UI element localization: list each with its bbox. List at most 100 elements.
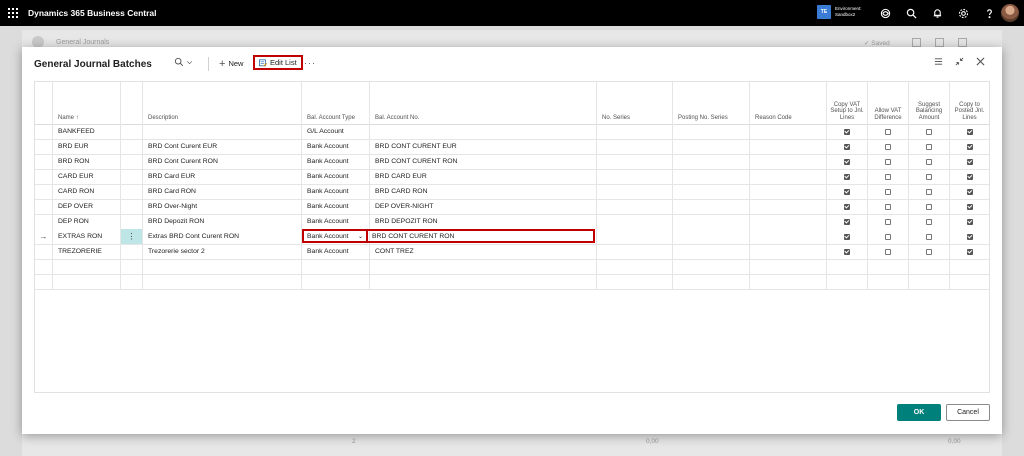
column-header-copy-posted[interactable]: Copy to Posted Jnl. Lines <box>950 82 989 124</box>
copy-vat-checkbox[interactable] <box>844 158 850 165</box>
cell-bal-account-type[interactable] <box>302 259 370 274</box>
cell-arrow[interactable] <box>35 244 53 259</box>
column-header-posting-no-series[interactable]: Posting No. Series <box>673 82 750 124</box>
cell-copy-vat[interactable] <box>827 199 868 214</box>
cell-bal-account-no[interactable]: BRD CONT CURENT EUR <box>370 139 597 154</box>
table-row[interactable]: BRD EUR BRD Cont Curent EUR Bank Account BR… <box>35 139 989 155</box>
column-header-description[interactable]: Description <box>143 82 302 124</box>
table-row[interactable]: → EXTRAS RON ⋮ Extras BRD Cont Curent RON Ba… <box>35 229 989 245</box>
cell-allow-vat[interactable] <box>868 154 909 169</box>
cell-copy-vat[interactable] <box>827 214 868 229</box>
copy-vat-checkbox[interactable] <box>844 188 850 195</box>
cell-allow-vat[interactable] <box>868 169 909 184</box>
cell-posting-no-series[interactable] <box>673 154 750 169</box>
cell-description[interactable]: BRD Depozit RON <box>143 214 302 229</box>
cell-posting-no-series[interactable] <box>673 184 750 199</box>
cell-bal-account-no[interactable] <box>370 124 597 139</box>
cell-copy-vat[interactable] <box>827 244 868 259</box>
cell-name[interactable]: DEP OVER <box>53 199 121 214</box>
cell-posting-no-series[interactable] <box>673 199 750 214</box>
allow-vat-checkbox[interactable] <box>885 203 891 210</box>
cell-description[interactable]: BRD Card RON <box>143 184 302 199</box>
cell-suggest-bal[interactable] <box>909 139 950 154</box>
allow-vat-checkbox[interactable] <box>885 128 891 135</box>
cell-reason-code[interactable] <box>750 229 827 244</box>
app-title[interactable]: Dynamics 365 Business Central <box>28 8 157 18</box>
cell-arrow[interactable] <box>35 124 53 139</box>
cell-suggest-bal[interactable] <box>909 214 950 229</box>
cell-arrow[interactable] <box>35 139 53 154</box>
cell-name[interactable]: CARD EUR <box>53 169 121 184</box>
cell-allow-vat[interactable] <box>868 274 909 289</box>
cell-arrow[interactable] <box>35 169 53 184</box>
copy-vat-checkbox[interactable] <box>844 128 850 135</box>
edit-list-button[interactable]: Edit List <box>253 55 303 70</box>
cell-bal-account-type[interactable]: Bank Account <box>302 169 370 184</box>
cell-bal-account-type[interactable]: G/L Account <box>302 124 370 139</box>
cell-posting-no-series[interactable] <box>673 259 750 274</box>
app-launcher-icon[interactable] <box>0 0 26 26</box>
cell-copy-vat[interactable] <box>827 274 868 289</box>
copy-posted-checkbox[interactable] <box>966 128 973 135</box>
copy-vat-checkbox[interactable] <box>844 248 850 255</box>
cell-no-series[interactable] <box>597 169 673 184</box>
cell-bal-account-no[interactable]: DEP OVER-NIGHT <box>370 199 597 214</box>
copy-vat-checkbox[interactable] <box>844 203 850 210</box>
cell-description[interactable]: Trezorerie sector 2 <box>143 244 302 259</box>
allow-vat-checkbox[interactable] <box>885 248 891 255</box>
cell-suggest-bal[interactable] <box>909 244 950 259</box>
cell-no-series[interactable] <box>597 229 673 244</box>
cell-dots[interactable] <box>121 274 143 289</box>
copy-posted-checkbox[interactable] <box>966 248 973 255</box>
cell-bal-account-no[interactable]: BRD CONT CURENT RON <box>370 154 597 169</box>
cell-no-series[interactable] <box>597 259 673 274</box>
allow-vat-checkbox[interactable] <box>885 173 891 180</box>
cell-description[interactable] <box>143 274 302 289</box>
cell-posting-no-series[interactable] <box>673 124 750 139</box>
table-row[interactable]: BRD RON BRD Cont Curent RON Bank Account BR… <box>35 154 989 170</box>
cell-copy-posted[interactable] <box>950 274 989 289</box>
cell-copy-vat[interactable] <box>827 154 868 169</box>
cell-copy-posted[interactable] <box>950 259 989 274</box>
cell-no-series[interactable] <box>597 244 673 259</box>
cell-dots[interactable] <box>121 169 143 184</box>
table-row[interactable]: CARD EUR BRD Card EUR Bank Account BRD CARD… <box>35 169 989 185</box>
column-header-suggest-bal[interactable]: Suggest Balancing Amount <box>909 82 950 124</box>
cell-description[interactable]: BRD Cont Curent RON <box>143 154 302 169</box>
cell-arrow[interactable] <box>35 259 53 274</box>
cell-copy-posted[interactable] <box>950 199 989 214</box>
cell-posting-no-series[interactable] <box>673 214 750 229</box>
copy-posted-checkbox[interactable] <box>966 143 973 150</box>
column-header-no-series[interactable]: No. Series <box>597 82 673 124</box>
column-header-copy-vat[interactable]: Copy VAT Setup to Jnl. Lines <box>827 82 868 124</box>
cell-copy-posted[interactable] <box>950 214 989 229</box>
suggest-bal-checkbox[interactable] <box>926 128 932 135</box>
cell-allow-vat[interactable] <box>868 139 909 154</box>
copy-posted-checkbox[interactable] <box>966 218 973 225</box>
cell-posting-no-series[interactable] <box>673 169 750 184</box>
cell-dots[interactable] <box>121 244 143 259</box>
copy-vat-checkbox[interactable] <box>844 218 850 225</box>
cell-dots[interactable] <box>121 124 143 139</box>
table-row[interactable]: DEP OVER BRD Over-Night Bank Account DEP OV… <box>35 199 989 215</box>
column-header-allow-vat[interactable]: Allow VAT Difference <box>868 82 909 124</box>
new-button[interactable]: + New <box>219 58 243 69</box>
allow-vat-checkbox[interactable] <box>885 188 891 195</box>
cell-reason-code[interactable] <box>750 124 827 139</box>
cell-description[interactable]: BRD Over-Night <box>143 199 302 214</box>
cell-dots[interactable] <box>121 184 143 199</box>
copy-posted-checkbox[interactable] <box>966 173 973 180</box>
suggest-bal-checkbox[interactable] <box>926 218 932 225</box>
cell-description[interactable]: BRD Card EUR <box>143 169 302 184</box>
cell-dots[interactable] <box>121 214 143 229</box>
cell-copy-posted[interactable] <box>950 169 989 184</box>
cell-arrow[interactable] <box>35 184 53 199</box>
cell-bal-account-type[interactable]: Bank Account <box>302 154 370 169</box>
cell-copy-posted[interactable] <box>950 139 989 154</box>
cell-arrow[interactable] <box>35 274 53 289</box>
suggest-bal-checkbox[interactable] <box>926 203 932 210</box>
search-icon[interactable] <box>898 0 924 26</box>
cell-copy-posted[interactable] <box>950 184 989 199</box>
cell-dots[interactable] <box>121 139 143 154</box>
cell-suggest-bal[interactable] <box>909 154 950 169</box>
